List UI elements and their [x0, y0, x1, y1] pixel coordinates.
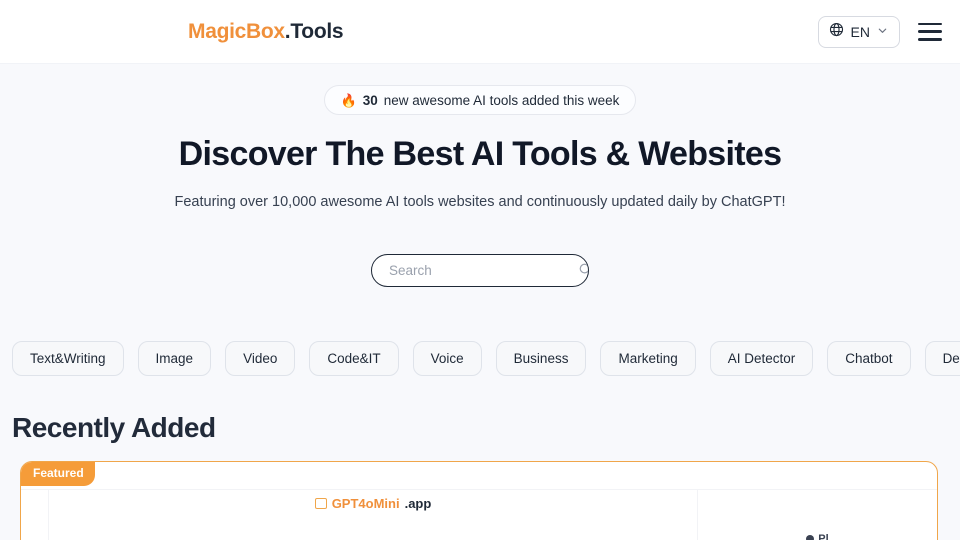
site-header: MagicBox.Tools EN [0, 0, 960, 64]
search-button[interactable] [578, 255, 588, 286]
chip-label: AI Detector [727, 351, 796, 367]
chip-label: Chatbot [845, 351, 893, 367]
category-chip-code-it[interactable]: Code&IT [309, 341, 399, 377]
category-chips-row[interactable]: Text&Writing Image Video Code&IT Voice B… [0, 341, 960, 377]
chip-label: Voice [430, 351, 464, 367]
category-chip-business[interactable]: Business [495, 341, 587, 377]
featured-card-main-column: GPT4oMini .app [49, 490, 697, 540]
page-subtitle: Featuring over 10,000 awesome AI tools w… [174, 194, 786, 211]
language-label: EN [850, 23, 870, 40]
category-chip-image[interactable]: Image [137, 341, 212, 377]
tool-name-suffix: .app [404, 496, 432, 512]
chip-label: Business [513, 351, 569, 367]
news-banner-pill[interactable]: 🔥 30 new awesome AI tools added this wee… [323, 85, 637, 115]
news-text: new awesome AI tools added this week [383, 92, 620, 108]
featured-card-side-column: Pl [697, 490, 937, 540]
dot-icon [806, 535, 815, 540]
featured-card-rank-column [21, 490, 49, 540]
chevron-down-icon [877, 23, 888, 41]
category-chip-text-writing[interactable]: Text&Writing [12, 341, 124, 377]
category-chip-chatbot[interactable]: Chatbot [827, 341, 911, 377]
search-input[interactable] [372, 255, 578, 287]
featured-card-body: GPT4oMini .app Pl [21, 489, 937, 540]
search-box[interactable] [371, 254, 589, 288]
language-selector[interactable]: EN [817, 15, 900, 48]
category-chip-marketing[interactable]: Marketing [600, 341, 696, 377]
category-chip-voice[interactable]: Voice [412, 341, 482, 377]
search-icon [578, 262, 588, 280]
category-chip-design-art[interactable]: Design&Art [924, 341, 960, 377]
header-actions: EN [817, 15, 942, 48]
site-logo[interactable]: MagicBox.Tools [188, 19, 344, 44]
chip-label: Video [243, 351, 278, 367]
featured-card-meta: Pl [806, 498, 829, 540]
chip-label: Design&Art [942, 351, 960, 367]
featured-tool-name[interactable]: GPT4oMini .app [314, 496, 432, 512]
featured-card-meta-label: Pl [818, 533, 829, 540]
page-title: Discover The Best AI Tools & Websites [178, 135, 782, 173]
news-count: 30 [362, 92, 378, 108]
featured-tool-card[interactable]: Featured GPT4oMini .app Pl [20, 461, 938, 540]
chip-label: Text&Writing [30, 351, 106, 367]
section-title-recently-added: Recently Added [12, 412, 216, 444]
hamburger-line [918, 30, 942, 33]
hero-section: 🔥 30 new awesome AI tools added this wee… [0, 64, 960, 288]
hamburger-line [918, 22, 942, 26]
logo-secondary-text: .Tools [284, 19, 344, 43]
fire-icon: 🔥 [340, 92, 357, 108]
tool-name-primary: GPT4oMini [331, 496, 400, 512]
tool-favicon-icon [314, 498, 327, 510]
chip-label: Code&IT [327, 351, 381, 367]
chip-label: Marketing [618, 351, 678, 367]
logo-primary-text: MagicBox [188, 19, 285, 43]
search-section [0, 254, 960, 288]
chip-label: Image [155, 351, 194, 367]
category-chip-ai-detector[interactable]: AI Detector [709, 341, 814, 377]
hamburger-line [918, 37, 942, 41]
globe-icon [829, 22, 844, 42]
category-chip-video[interactable]: Video [225, 341, 296, 377]
featured-badge: Featured [21, 462, 95, 486]
hamburger-menu-icon[interactable] [918, 22, 942, 41]
